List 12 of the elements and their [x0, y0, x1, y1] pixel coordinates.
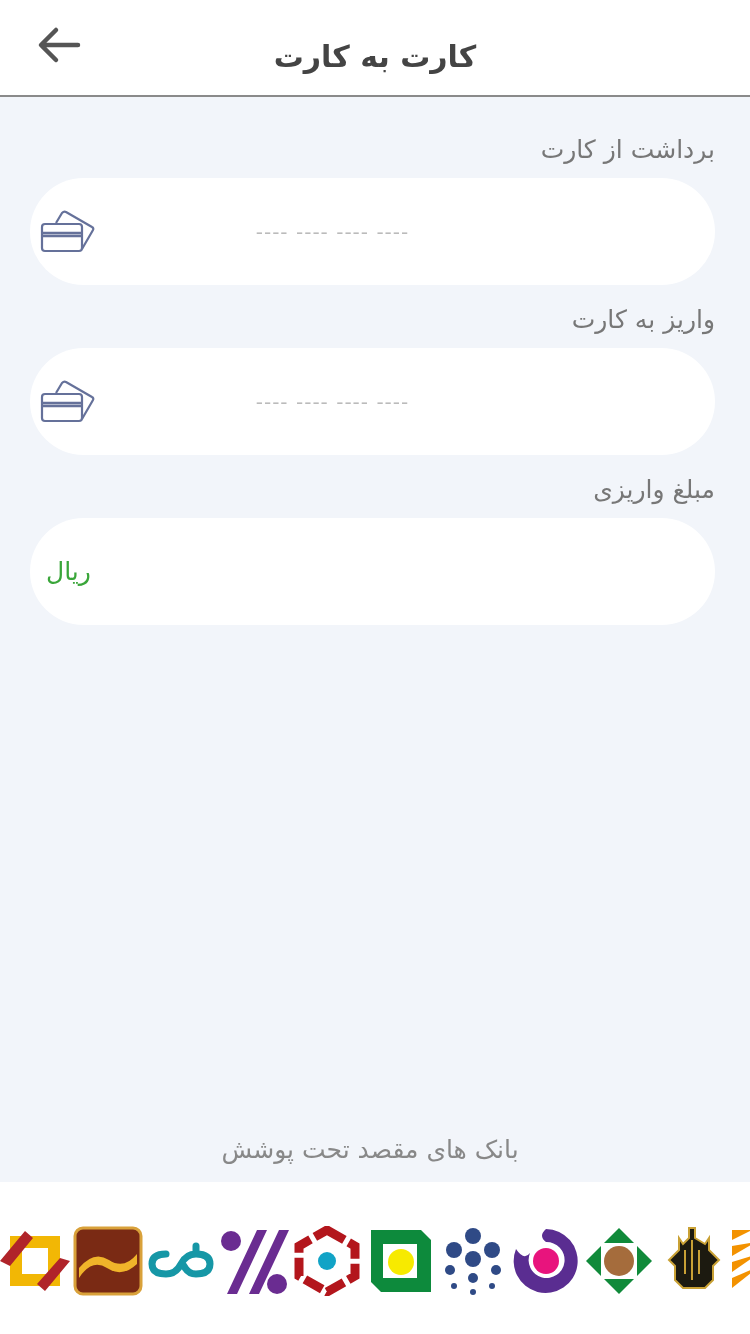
field-label: مبلغ واریزی [593, 475, 715, 504]
amount-field[interactable]: ریال [30, 518, 715, 625]
hexagon-logo-icon [292, 1226, 362, 1296]
field-label: واریز به کارت [571, 305, 715, 334]
diamond-logo-icon [584, 1226, 654, 1296]
banks-caption: بانک های مقصد تحت پوشش [221, 1135, 519, 1164]
wave-logo-icon [73, 1226, 143, 1296]
field-label: برداشت از کارت [540, 135, 715, 164]
spiral-logo-icon [511, 1226, 581, 1296]
card-number-field[interactable]: ---- ---- ---- ---- [30, 178, 715, 285]
card-number-field[interactable]: ---- ---- ---- ---- [30, 348, 715, 455]
page-title: کارت به کارت [273, 39, 477, 74]
